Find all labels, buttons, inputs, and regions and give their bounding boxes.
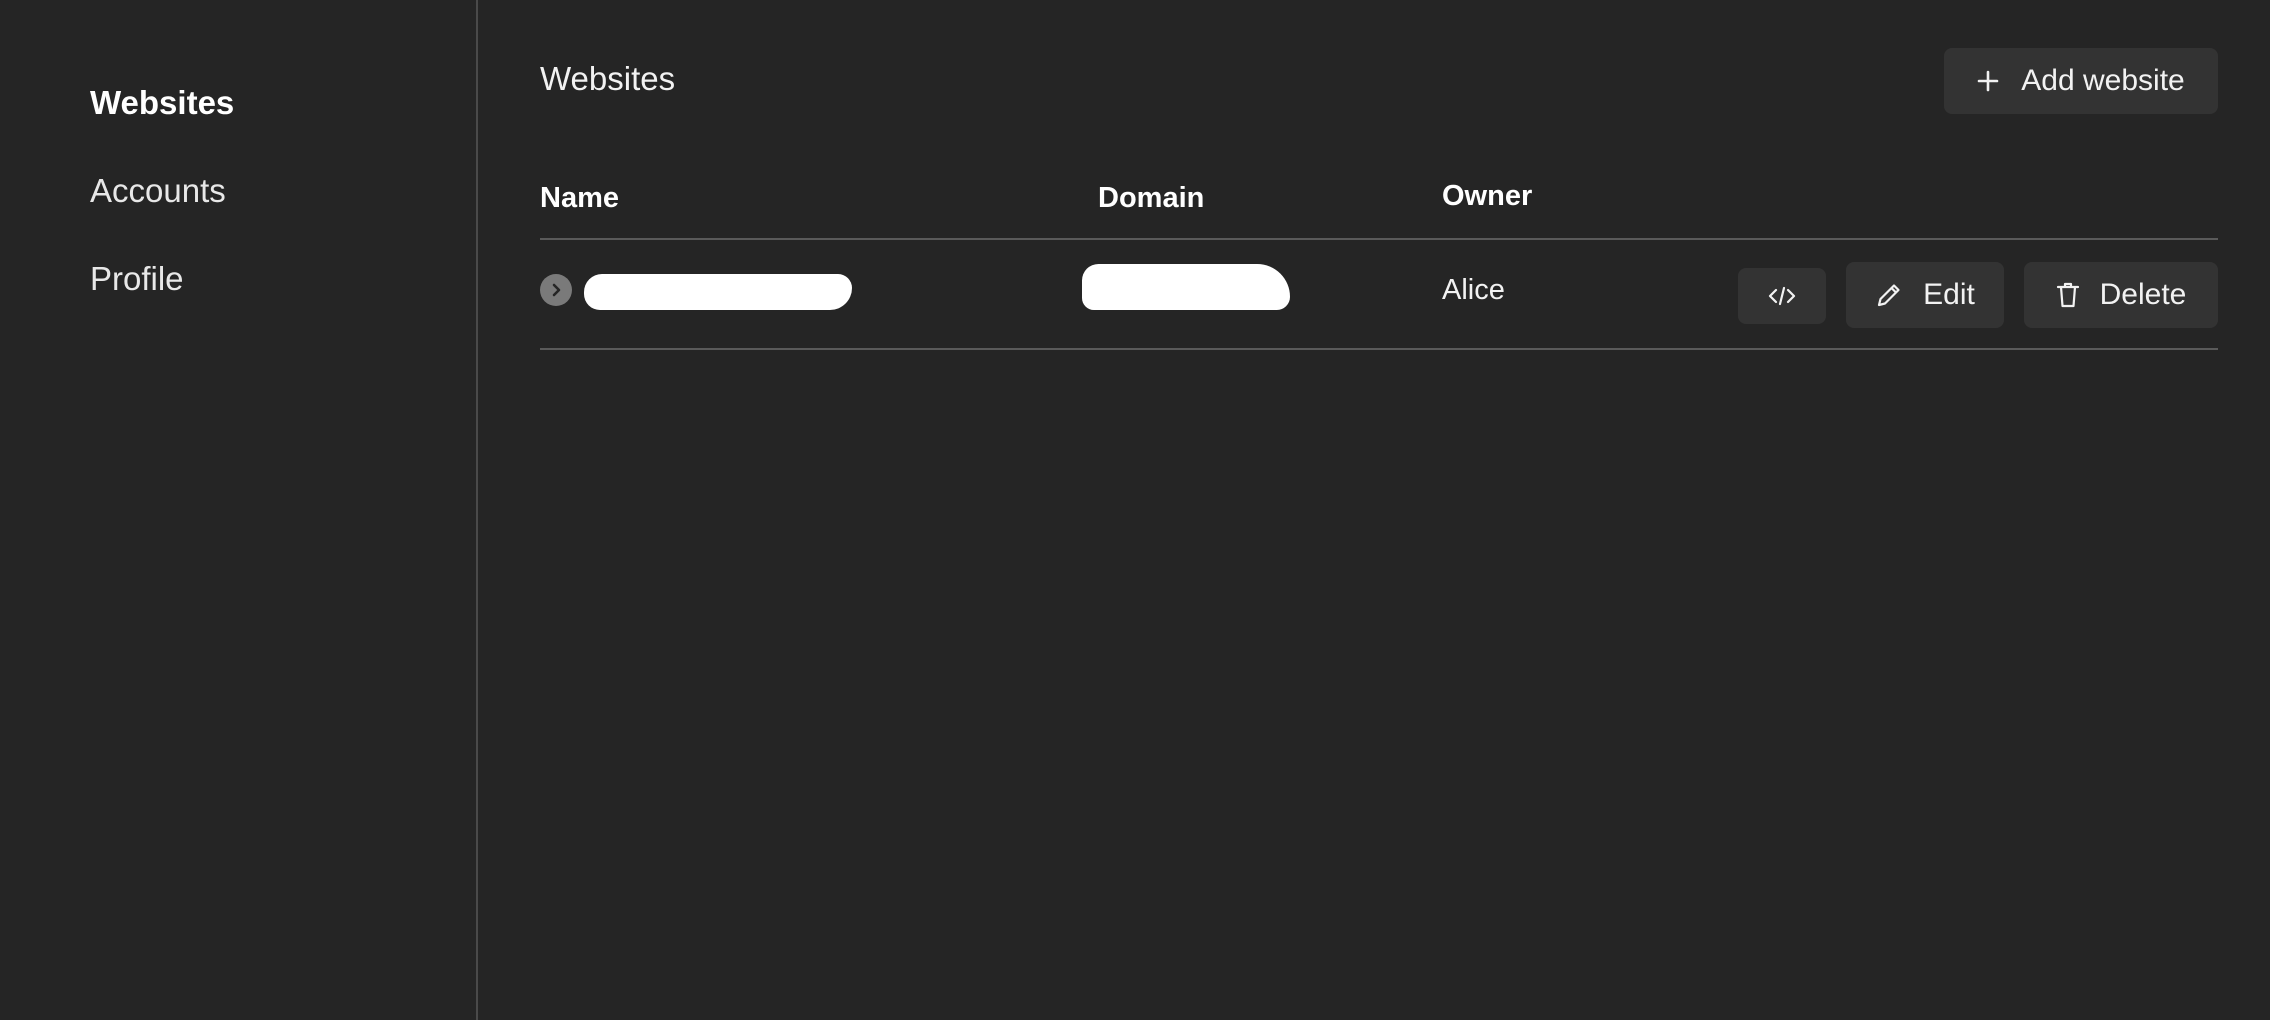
- redacted-name: [584, 274, 852, 310]
- column-header-owner: Owner: [1442, 180, 1533, 212]
- page-title: Websites: [540, 60, 676, 97]
- delete-label: Delete: [2099, 278, 2187, 311]
- trash-icon: [2056, 281, 2080, 309]
- delete-button[interactable]: Delete: [2024, 262, 2218, 328]
- edit-label: Edit: [1923, 278, 1975, 311]
- column-header-name: Name: [540, 182, 619, 214]
- edit-button[interactable]: Edit: [1846, 262, 2004, 328]
- chevron-right-icon[interactable]: [540, 274, 572, 306]
- code-icon: [1768, 285, 1796, 307]
- owner-cell: Alice: [1442, 274, 1505, 306]
- sidebar-item-accounts[interactable]: Accounts: [90, 172, 226, 210]
- sidebar-item-profile[interactable]: Profile: [90, 260, 184, 298]
- main-content: Websites Add website Name Domain Owner A…: [540, 0, 2218, 1020]
- plus-icon: [1977, 70, 1999, 92]
- pencil-icon: [1875, 281, 1903, 309]
- table-header: Name Domain Owner: [540, 180, 2218, 240]
- embed-code-button[interactable]: [1738, 268, 1826, 324]
- table-row: Alice Edit Delete: [540, 240, 2218, 350]
- column-header-domain: Domain: [1098, 182, 1205, 214]
- add-website-button[interactable]: Add website: [1944, 48, 2218, 114]
- sidebar: Websites Accounts Profile: [0, 0, 478, 1020]
- redacted-domain: [1082, 264, 1290, 310]
- add-website-label: Add website: [2021, 64, 2185, 97]
- sidebar-item-websites[interactable]: Websites: [90, 84, 234, 122]
- app-window: Websites Accounts Profile Websites Add w…: [0, 0, 2270, 1020]
